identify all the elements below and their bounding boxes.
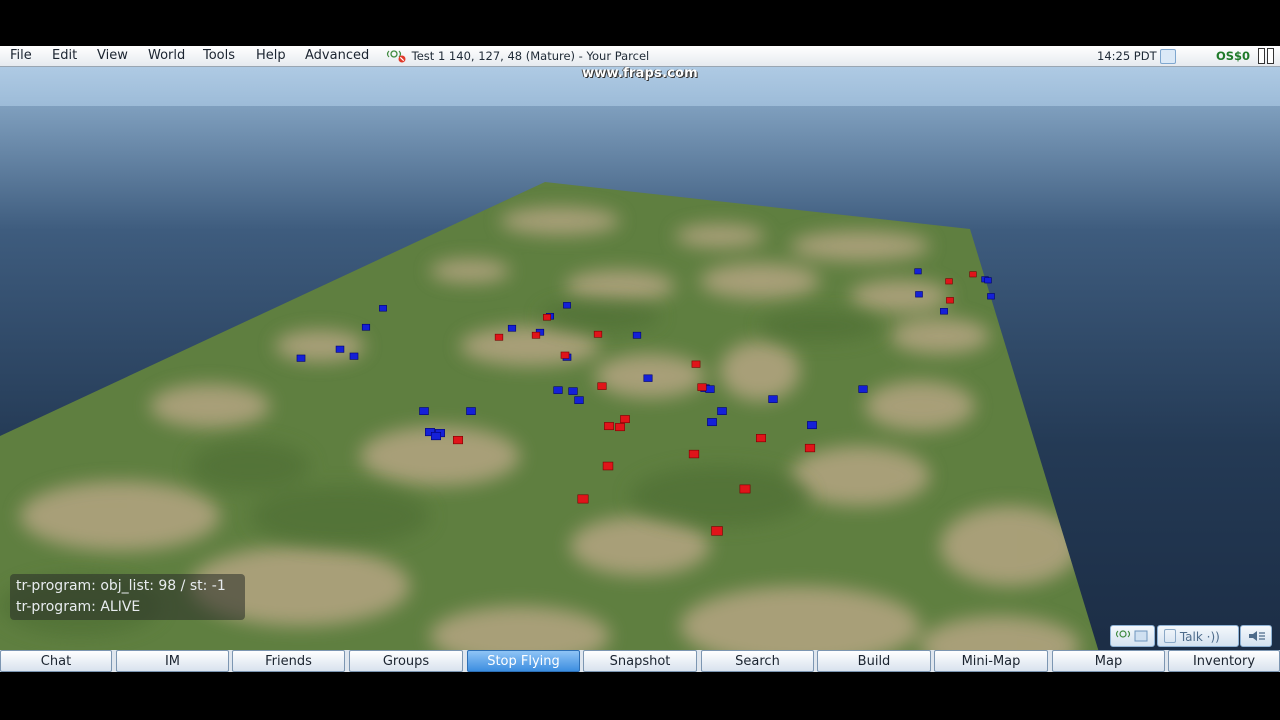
blue-prim-object[interactable] xyxy=(466,407,476,415)
red-prim-object[interactable] xyxy=(620,415,630,424)
red-prim-object[interactable] xyxy=(697,383,707,391)
red-prim-object[interactable] xyxy=(452,435,464,445)
blue-prim-object[interactable] xyxy=(296,354,306,362)
menu-help[interactable]: Help xyxy=(256,48,286,63)
search-button[interactable]: Search xyxy=(701,650,814,672)
debug-line-status: tr-program: ALIVE xyxy=(16,599,141,615)
blue-prim-object[interactable] xyxy=(858,385,868,393)
groups-button[interactable]: Groups xyxy=(349,650,463,672)
blue-prim-object[interactable] xyxy=(379,305,387,312)
voice-settings-button[interactable] xyxy=(1240,625,1272,647)
stop-flying-button[interactable]: Stop Flying xyxy=(467,650,580,672)
menu-advanced[interactable]: Advanced xyxy=(305,48,369,63)
red-prim-object[interactable] xyxy=(946,297,954,304)
currency-balance[interactable]: OS$0 xyxy=(1216,49,1250,63)
bottom-toolbar: Chat IM Friends Groups Stop Flying Snaps… xyxy=(0,650,1280,672)
red-prim-object[interactable] xyxy=(531,331,541,339)
debug-line-obj-list: tr-program: obj_list: 98 / st: -1 xyxy=(16,578,226,594)
blue-prim-object[interactable] xyxy=(807,421,817,430)
red-prim-object[interactable] xyxy=(494,333,504,341)
red-prim-object[interactable] xyxy=(615,423,625,432)
blue-prim-object[interactable] xyxy=(568,387,578,395)
red-prim-object[interactable] xyxy=(577,494,589,504)
letterbox-bottom xyxy=(0,672,1280,720)
blue-prim-object[interactable] xyxy=(984,277,992,284)
red-prim-object[interactable] xyxy=(604,422,614,431)
media-icon[interactable] xyxy=(1160,49,1176,64)
friends-button[interactable]: Friends xyxy=(232,650,345,672)
talk-label: Talk xyxy=(1179,630,1203,644)
red-prim-object[interactable] xyxy=(804,443,816,453)
red-prim-object[interactable] xyxy=(560,351,570,359)
red-prim-object[interactable] xyxy=(945,278,953,285)
menu-edit[interactable]: Edit xyxy=(52,48,77,63)
red-prim-object[interactable] xyxy=(597,382,607,390)
blue-prim-object[interactable] xyxy=(632,331,642,339)
menu-bar: File Edit View World Tools Help Advanced… xyxy=(0,46,1280,67)
window-controls-icon[interactable] xyxy=(1258,48,1278,64)
location-display[interactable]: Test 1 140, 127, 48 (Mature) - Your Parc… xyxy=(386,49,649,63)
microphone-icon xyxy=(1164,629,1176,643)
voice-disabled-icon xyxy=(386,50,406,63)
red-prim-object[interactable] xyxy=(688,449,700,459)
mini-map-button[interactable]: Mini-Map xyxy=(934,650,1048,672)
voice-level-icon: ·)) xyxy=(1206,630,1220,644)
blue-prim-object[interactable] xyxy=(940,308,948,315)
red-prim-object[interactable] xyxy=(756,434,766,443)
clock-time: 14:25 PDT xyxy=(1097,49,1157,63)
blue-prim-object[interactable] xyxy=(507,324,517,332)
red-prim-object[interactable] xyxy=(711,526,723,536)
blue-prim-object[interactable] xyxy=(717,407,727,415)
blue-prim-object[interactable] xyxy=(768,395,778,403)
menu-tools[interactable]: Tools xyxy=(203,48,235,63)
blue-prim-object[interactable] xyxy=(643,374,653,382)
script-debug-overlay: tr-program: obj_list: 98 / st: -1 tr-pro… xyxy=(10,574,245,620)
blue-prim-object[interactable] xyxy=(705,385,715,393)
snapshot-button[interactable]: Snapshot xyxy=(583,650,697,672)
red-prim-object[interactable] xyxy=(691,360,701,368)
speakers-icon xyxy=(1115,630,1148,642)
blue-prim-object[interactable] xyxy=(419,407,429,415)
blue-prim-object[interactable] xyxy=(914,268,922,275)
talk-button[interactable]: Talk ·)) xyxy=(1157,625,1239,647)
blue-prim-object[interactable] xyxy=(915,291,923,298)
blue-prim-object[interactable] xyxy=(553,386,563,394)
chat-button[interactable]: Chat xyxy=(0,650,112,672)
blue-prim-object[interactable] xyxy=(431,432,441,441)
blue-prim-object[interactable] xyxy=(574,396,584,404)
red-prim-object[interactable] xyxy=(602,461,614,471)
active-speakers-button[interactable] xyxy=(1110,625,1155,647)
fraps-watermark: www.fraps.com xyxy=(582,66,698,81)
red-prim-object[interactable] xyxy=(739,484,751,494)
inventory-button[interactable]: Inventory xyxy=(1168,650,1280,672)
blue-prim-object[interactable] xyxy=(987,293,995,300)
menu-file[interactable]: File xyxy=(10,48,32,63)
letterbox-top xyxy=(0,0,1280,46)
speaker-settings-icon xyxy=(1249,631,1265,641)
build-button[interactable]: Build xyxy=(817,650,931,672)
red-prim-object[interactable] xyxy=(969,271,977,278)
menu-view[interactable]: View xyxy=(97,48,128,63)
menu-world[interactable]: World xyxy=(148,48,185,63)
red-prim-object[interactable] xyxy=(593,330,603,338)
blue-prim-object[interactable] xyxy=(361,323,371,331)
red-prim-object[interactable] xyxy=(543,314,551,321)
map-button[interactable]: Map xyxy=(1052,650,1165,672)
im-button[interactable]: IM xyxy=(116,650,229,672)
blue-prim-object[interactable] xyxy=(563,302,571,309)
blue-prim-object[interactable] xyxy=(349,352,359,360)
blue-prim-object[interactable] xyxy=(707,418,717,427)
location-text: Test 1 140, 127, 48 (Mature) - Your Parc… xyxy=(411,49,650,63)
blue-prim-object[interactable] xyxy=(335,345,345,353)
